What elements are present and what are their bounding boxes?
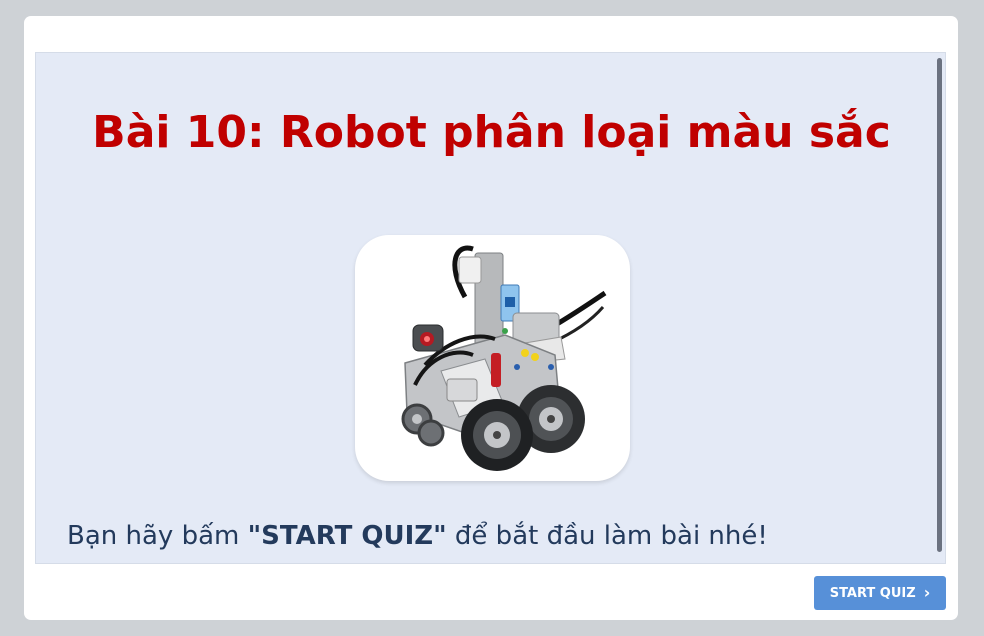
instruction-start-quiz-emphasis: "START QUIZ": [247, 521, 447, 551]
intro-slide: Bài 10: Robot phân loại màu sắc Bạn hãy …: [35, 52, 946, 564]
chevron-right-icon: ›: [923, 583, 931, 602]
robot-image: [355, 235, 630, 481]
start-quiz-label: START QUIZ: [829, 585, 916, 601]
instruction-text: Bạn hãy bấm "START QUIZ" để bắt đầu làm …: [67, 519, 768, 553]
robot-illustration: [401, 245, 607, 471]
slide-title: Bài 10: Robot phân loại màu sắc: [92, 107, 891, 158]
slide-scrollbar[interactable]: [937, 58, 942, 552]
instruction-suffix: để bắt đầu làm bài nhé!: [446, 521, 768, 551]
quiz-card: Bài 10: Robot phân loại màu sắc Bạn hãy …: [24, 16, 958, 620]
start-quiz-button[interactable]: START QUIZ ›: [814, 576, 946, 610]
instruction-prefix: Bạn hãy bấm: [67, 521, 248, 551]
